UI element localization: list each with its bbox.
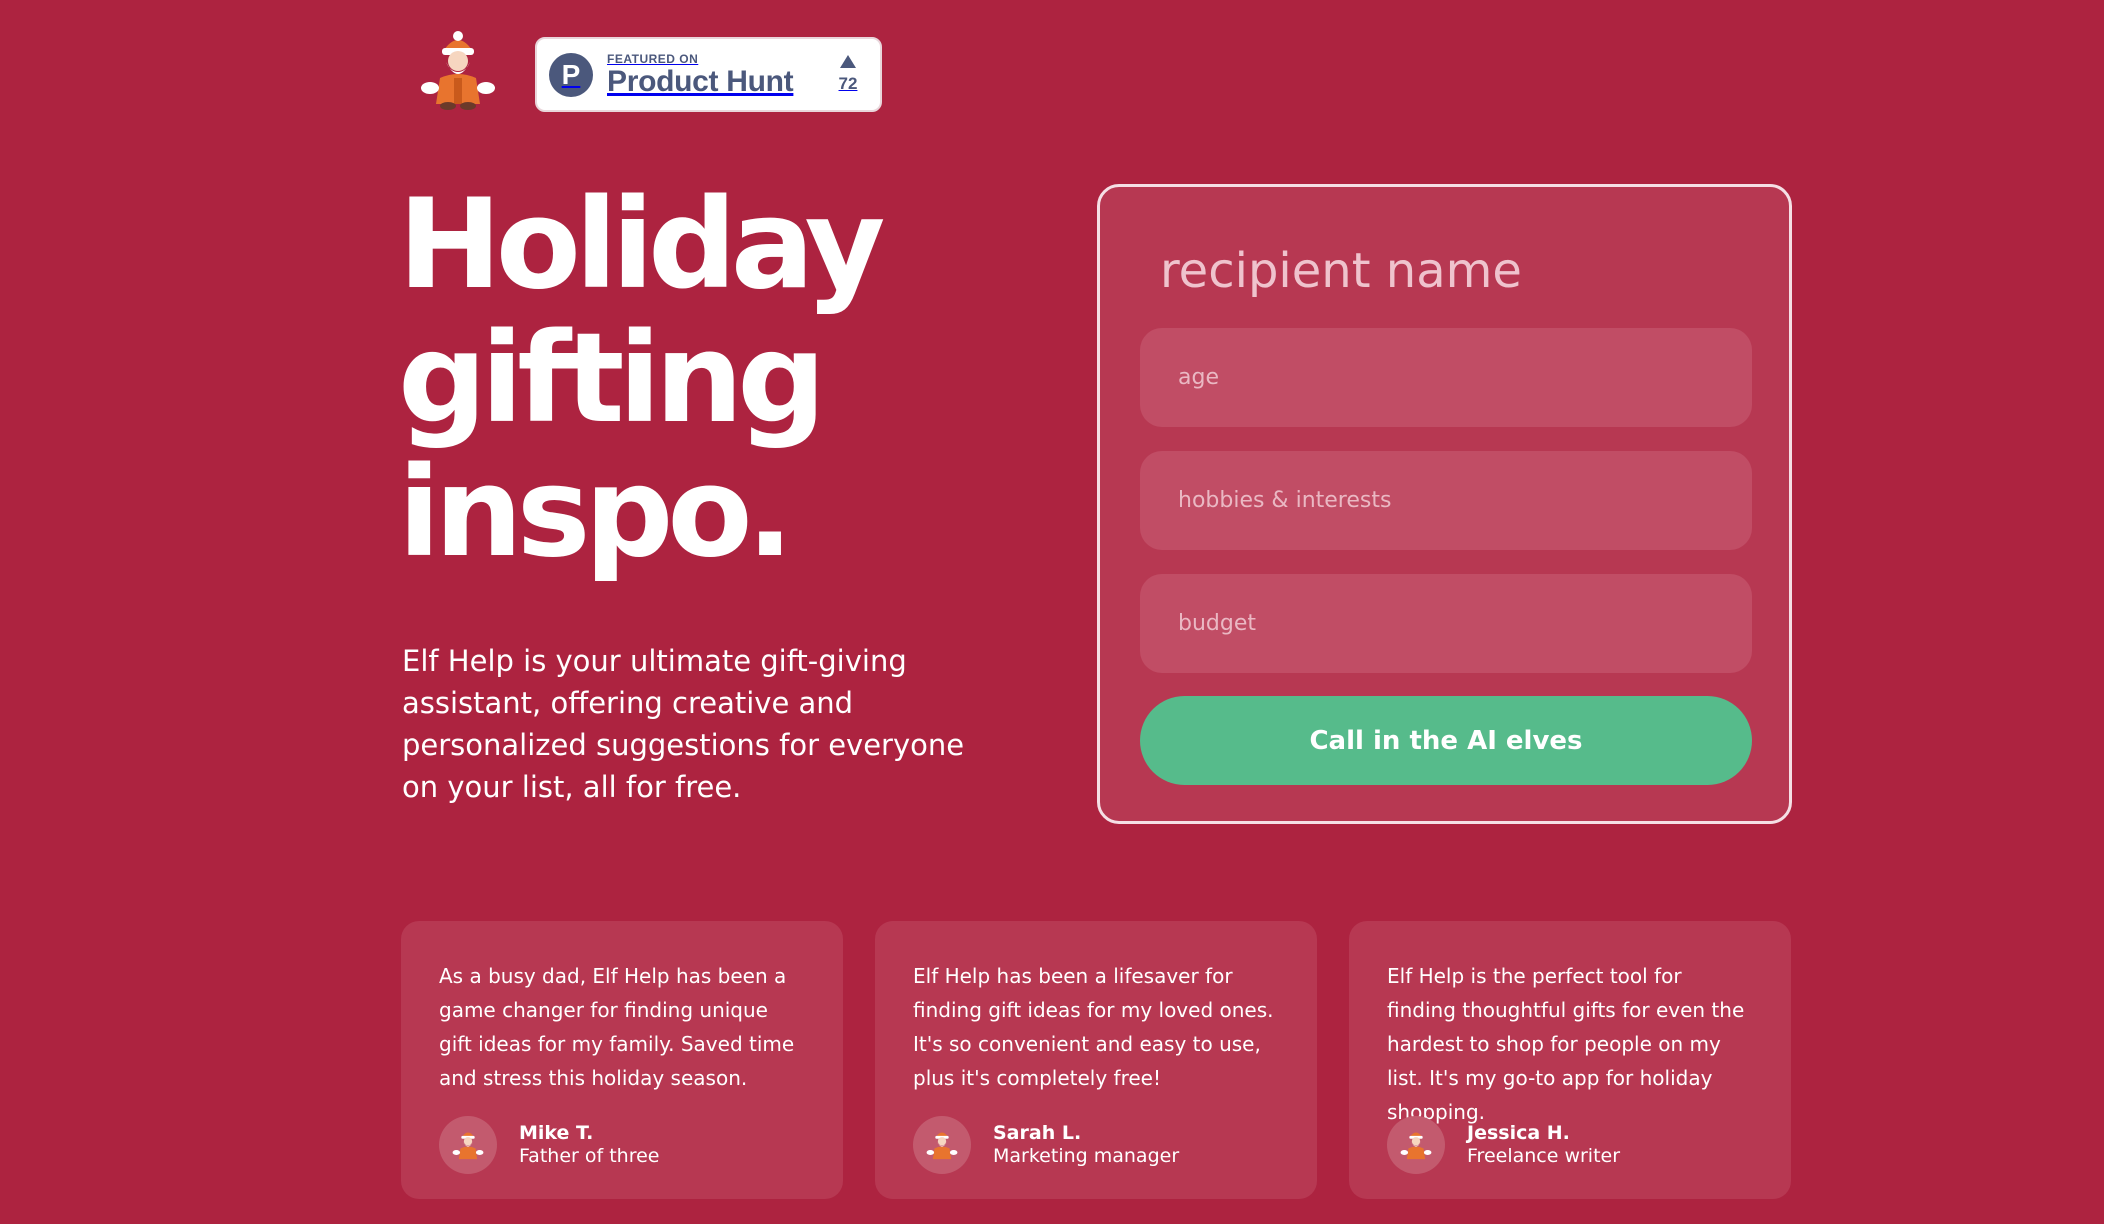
santa-elf-icon bbox=[452, 1132, 484, 1160]
testimonial-quote: Elf Help has been a lifesaver for findin… bbox=[913, 964, 1274, 1090]
call-ai-elves-button[interactable]: Call in the AI elves bbox=[1140, 696, 1752, 785]
age-input[interactable] bbox=[1140, 328, 1752, 427]
testimonial-card: Elf Help has been a lifesaver for findin… bbox=[875, 921, 1317, 1199]
testimonial-quote: Elf Help is the perfect tool for finding… bbox=[1387, 964, 1745, 1124]
gift-form: Call in the AI elves bbox=[1097, 184, 1792, 824]
santa-elf-icon bbox=[421, 31, 495, 110]
testimonial-meta: Jessica H. Freelance writer bbox=[1467, 1122, 1620, 1168]
product-hunt-text: FEATURED ON Product Hunt bbox=[607, 52, 828, 98]
santa-elf-icon bbox=[1400, 1132, 1432, 1160]
product-hunt-logo-icon: P bbox=[549, 52, 593, 97]
avatar bbox=[439, 1116, 497, 1174]
testimonial-author: Mike T. Father of three bbox=[439, 1116, 659, 1174]
santa-elf-icon bbox=[926, 1132, 958, 1160]
hero-title-line-1: Holiday bbox=[398, 173, 885, 317]
testimonial-role: Father of three bbox=[519, 1145, 660, 1167]
hero-title-line-3: inspo. bbox=[398, 441, 794, 585]
featured-on-label: FEATURED ON bbox=[607, 51, 699, 66]
testimonial-meta: Sarah L. Marketing manager bbox=[993, 1122, 1179, 1168]
testimonial-name: Jessica H. bbox=[1467, 1122, 1570, 1144]
avatar bbox=[1387, 1116, 1445, 1174]
testimonials-section: As a busy dad, Elf Help has been a game … bbox=[401, 921, 1791, 1199]
testimonial-quote: As a busy dad, Elf Help has been a game … bbox=[439, 964, 795, 1090]
hero-description: Elf Help is your ultimate gift-giving as… bbox=[402, 644, 965, 804]
avatar bbox=[913, 1116, 971, 1174]
testimonial-role: Marketing manager bbox=[993, 1145, 1180, 1167]
elf-help-logo[interactable] bbox=[410, 28, 506, 112]
product-hunt-badge[interactable]: P FEATURED ON Product Hunt 72 bbox=[535, 37, 882, 112]
hero-title-line-2: gifting bbox=[398, 307, 826, 451]
hobbies-interests-input[interactable] bbox=[1140, 451, 1752, 550]
testimonial-card: As a busy dad, Elf Help has been a game … bbox=[401, 921, 843, 1199]
hero-title: Holiday gifting inspo. bbox=[398, 178, 1018, 580]
vote-count: 72 bbox=[838, 74, 858, 93]
testimonial-author: Sarah L. Marketing manager bbox=[913, 1116, 1179, 1174]
product-hunt-name: Product Hunt bbox=[607, 64, 794, 98]
recipient-name-input[interactable] bbox=[1160, 231, 1720, 311]
product-hunt-votes: 72 bbox=[828, 55, 868, 94]
testimonial-meta: Mike T. Father of three bbox=[519, 1122, 659, 1168]
budget-input[interactable] bbox=[1140, 574, 1752, 673]
testimonial-role: Freelance writer bbox=[1467, 1145, 1621, 1167]
testimonial-card: Elf Help is the perfect tool for finding… bbox=[1349, 921, 1791, 1199]
testimonial-name: Sarah L. bbox=[993, 1122, 1082, 1144]
testimonial-name: Mike T. bbox=[519, 1122, 594, 1144]
testimonial-author: Jessica H. Freelance writer bbox=[1387, 1116, 1620, 1174]
upvote-triangle-icon bbox=[840, 55, 856, 68]
